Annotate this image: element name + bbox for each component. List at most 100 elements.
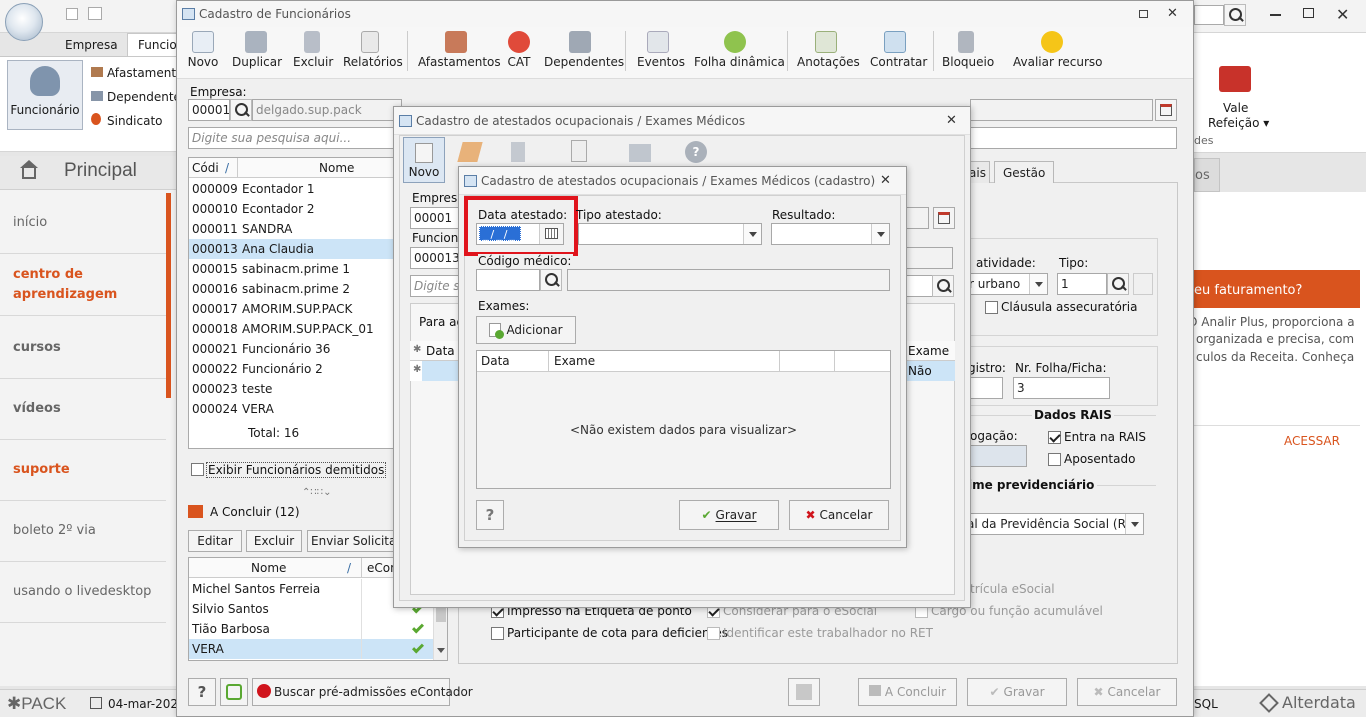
participante-label[interactable]: Participante de cota para deficientes [507, 626, 728, 640]
main-restore-icon[interactable] [1139, 10, 1148, 18]
table-row[interactable]: 000024 VERA [189, 399, 395, 419]
table-row[interactable]: 000011 SANDRA [189, 219, 395, 239]
nav-item[interactable]: vídeos [0, 379, 166, 440]
atividade-select[interactable]: r urbano [968, 273, 1048, 295]
toolbar-novo[interactable]: Novo [187, 27, 219, 77]
help-button[interactable]: ? [188, 678, 216, 706]
resultado-select[interactable] [771, 223, 890, 245]
ribbon-tab-empresa[interactable]: Empresa [58, 34, 125, 56]
tipo-field[interactable]: 1 [1057, 273, 1107, 295]
main-close-icon[interactable]: ✕ [1167, 6, 1178, 21]
nav-item[interactable]: cursos [0, 318, 166, 379]
table-row[interactable]: 000013 Ana Claudia [189, 239, 395, 259]
table-row[interactable]: 000009 Econtador 1 [189, 179, 395, 199]
toolbar-relatorios[interactable]: Relatórios [343, 27, 403, 77]
close-app-icon[interactable]: ✕ [1336, 5, 1349, 24]
regime-select[interactable]: al da Previdência Social (RGP [966, 513, 1144, 535]
ribbon-item-afastamento[interactable]: Afastament [91, 66, 176, 80]
dialog-cancelar-button[interactable]: ✖ Cancelar [789, 500, 889, 530]
main-search-input[interactable]: Digite sua pesquisa aqui... [188, 127, 398, 149]
nav-item[interactable]: centro de aprendizagem [0, 255, 166, 316]
mid-search-icon[interactable] [932, 275, 954, 297]
exames-col-data[interactable]: Data [481, 354, 510, 368]
mid-grid-data-header[interactable]: Data [426, 344, 455, 358]
toolbar-avaliar-recurso[interactable]: Avaliar recurso [1013, 27, 1103, 77]
refresh-button[interactable] [220, 678, 248, 706]
promo-cta-link[interactable]: ACESSAR [1284, 434, 1340, 448]
mid-report-icon[interactable] [571, 140, 587, 162]
toolbar-afastamentos[interactable]: Afastamentos [418, 27, 501, 77]
nav-item[interactable]: boleto 2º via [0, 501, 166, 562]
table-row[interactable]: 000022 Funcionário 2 [189, 359, 395, 379]
mid-medkit-icon[interactable] [629, 144, 651, 162]
dialog-help-button[interactable]: ? [476, 500, 504, 530]
mid-func-field[interactable]: 000013 [410, 247, 462, 269]
list-item[interactable]: VERA [189, 639, 433, 659]
adicionar-button[interactable]: Adicionar [476, 316, 576, 344]
tab-gestao[interactable]: Gestão [994, 161, 1055, 183]
top-search-input[interactable] [1194, 5, 1224, 25]
refeicao-label[interactable]: Refeição ▾ [1208, 116, 1269, 130]
mid-grid-exame-header[interactable]: Exame [908, 344, 949, 358]
buscar-preadmissoes-button[interactable]: Buscar pré-admissões eContador [252, 678, 473, 706]
table-row[interactable]: 000018 AMORIM.SUP.PACK_01 [189, 319, 395, 339]
aposentado-checkbox[interactable] [1048, 453, 1061, 466]
col-name-header[interactable]: Nome [319, 158, 354, 178]
pending-editar-button[interactable]: Editar [188, 530, 242, 552]
scroll-thumb[interactable] [436, 608, 446, 622]
mid-help-icon[interactable]: ? [685, 141, 707, 163]
empresa-search-icon[interactable] [230, 99, 252, 121]
codigo-medico-field[interactable] [476, 269, 540, 291]
clausula-label[interactable]: Cláusula assecuratória [1001, 300, 1137, 314]
ribbon-item-dependente[interactable]: Dependente [91, 90, 181, 104]
ribbon-item-sindicato[interactable]: Sindicato [91, 113, 163, 128]
app-orb-icon[interactable] [5, 3, 43, 41]
aposentado-label[interactable]: Aposentado [1064, 452, 1135, 466]
toolbar-contratar[interactable]: Contratar [870, 27, 927, 77]
folha-field[interactable]: 3 [1013, 377, 1110, 399]
nav-item[interactable]: início [0, 193, 166, 254]
dialog-gravar-button[interactable]: ✔ Gravar [679, 500, 779, 530]
chevron-down-icon[interactable] [871, 224, 889, 244]
toolbar-bloqueio[interactable]: Bloqueio [942, 27, 994, 77]
table-row[interactable]: 000010 Econtador 2 [189, 199, 395, 219]
cadastro-close-icon[interactable]: ✕ [880, 173, 891, 188]
col-code-header[interactable]: Códi [192, 158, 219, 178]
mid-search-input-ext[interactable] [905, 275, 933, 297]
show-fired-checkbox[interactable] [191, 463, 204, 476]
right-tab[interactable]: os [1194, 158, 1220, 192]
pending-name-header[interactable]: Nome [251, 558, 286, 578]
toolbar-dependentes[interactable]: Dependentes [544, 27, 624, 77]
toolbar-cat[interactable]: CAT [507, 27, 531, 77]
pending-excluir-button[interactable]: Excluir [246, 530, 302, 552]
vale-refeicao-icon[interactable] [1219, 66, 1251, 92]
mid-novo-button[interactable]: Novo [403, 137, 445, 183]
mid-search-input[interactable]: Digite sua [410, 275, 462, 297]
chevron-down-icon[interactable] [743, 224, 761, 244]
chevron-down-icon[interactable] [1029, 274, 1047, 294]
quick-access-grid-icon[interactable] [66, 8, 78, 20]
toolbar-excluir[interactable]: Excluir [293, 27, 333, 77]
toolbar-duplicar[interactable]: Duplicar [232, 27, 282, 77]
splitter-grip[interactable]: ⌃∷∷⌄ [302, 487, 331, 498]
home-icon[interactable] [22, 167, 36, 179]
tipo-atestado-select[interactable] [578, 223, 762, 245]
main-search-input-ext[interactable] [970, 127, 1177, 149]
pending-enviar-button[interactable]: Enviar Solicitaçã [307, 530, 399, 552]
mid-trash-icon[interactable] [511, 142, 525, 162]
toolbar-folha-dinamica[interactable]: Folha dinâmica [694, 27, 785, 77]
empresa-code-field[interactable]: 00001 [188, 99, 230, 121]
entra-rais-label[interactable]: Entra na RAIS [1064, 430, 1146, 444]
codigo-medico-search-icon[interactable] [540, 269, 562, 291]
registro-field[interactable] [966, 377, 1003, 399]
list-item[interactable]: Tião Barbosa [189, 619, 433, 639]
entra-rais-checkbox[interactable] [1048, 431, 1061, 444]
table-row[interactable]: 000015 sabinacm.prime 1 [189, 259, 395, 279]
table-row[interactable]: 000016 sabinacm.prime 2 [189, 279, 395, 299]
show-fired-label[interactable]: Exibir Funcionários demitidos [206, 462, 387, 478]
restore-icon[interactable] [1303, 8, 1314, 18]
exames-col-exame[interactable]: Exame [554, 354, 595, 368]
nav-item[interactable]: suporte [0, 440, 166, 501]
ribbon-tab-funcionario[interactable]: Funcio [127, 33, 177, 57]
tipo-search-icon[interactable] [1107, 273, 1129, 295]
